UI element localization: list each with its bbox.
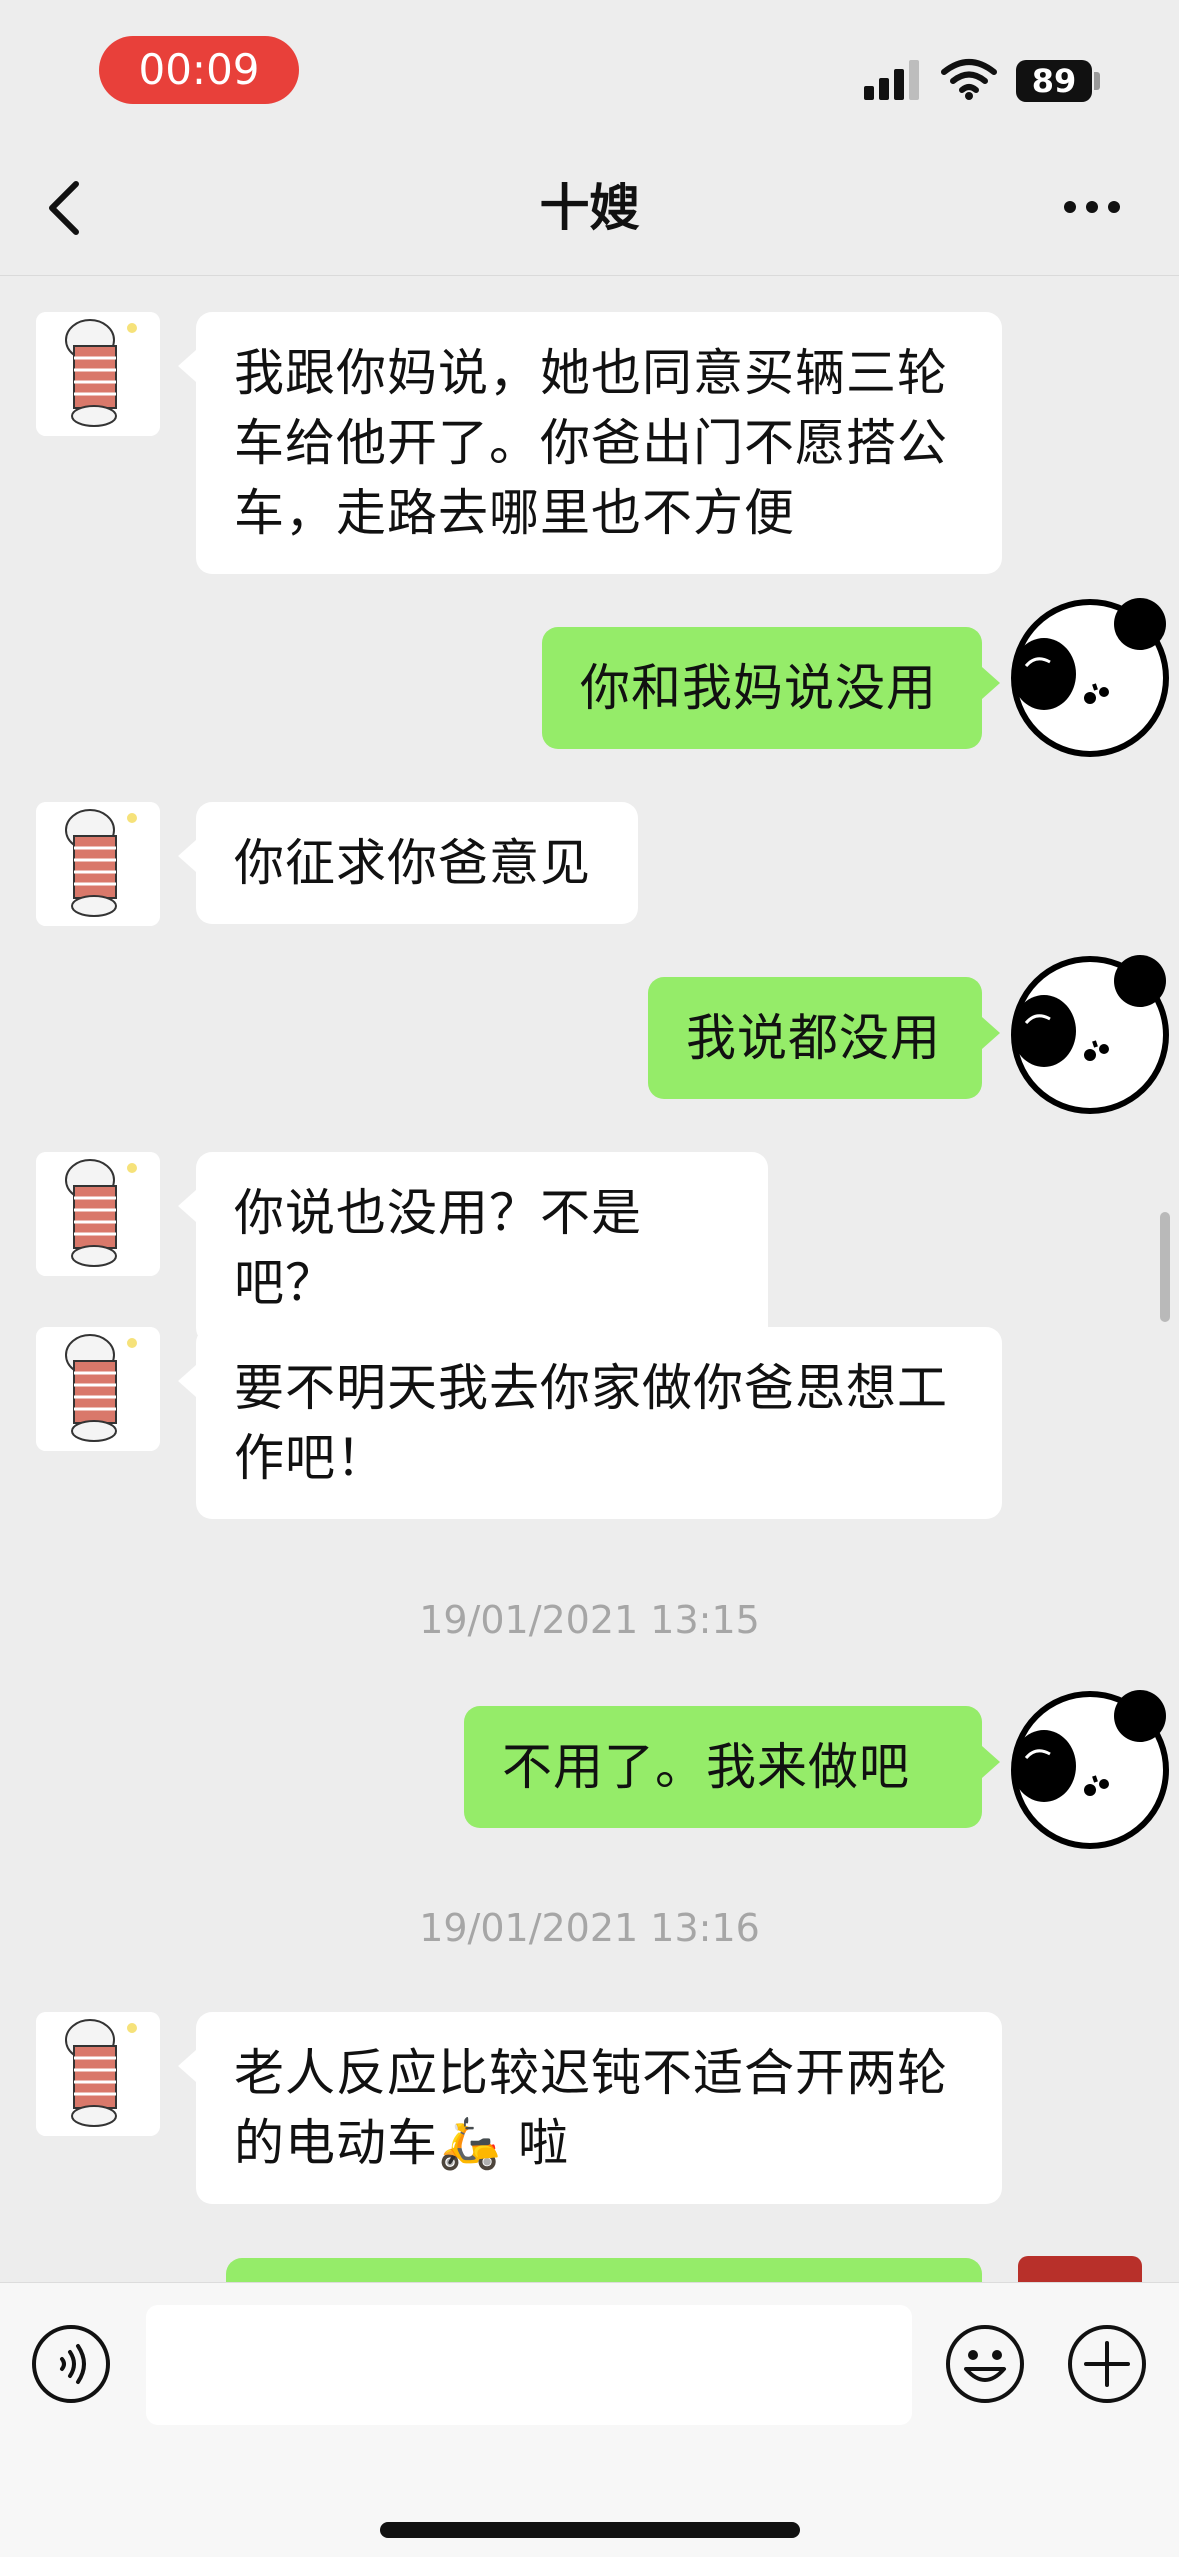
message-timestamp: 19/01/2021 13:16 <box>419 1906 760 1950</box>
chat-title: 十嫂 <box>539 179 640 237</box>
emoji-icon[interactable] <box>944 2323 1026 2405</box>
my-avatar[interactable] <box>998 1680 1173 1850</box>
message-bubble-outgoing[interactable]: 你和我妈说没用 <box>542 627 1000 749</box>
message-bubble-incoming[interactable]: 老人反应比较迟钝不适合开两轮的电动车🛵 啦 <box>178 2012 1002 2204</box>
contact-avatar[interactable] <box>36 1152 160 1276</box>
message-bubble-incoming[interactable]: 你说也没用？不是吧？ <box>178 1152 768 1344</box>
my-avatar[interactable] <box>998 945 1173 1115</box>
message-input[interactable] <box>146 2305 912 2425</box>
wifi-icon <box>941 59 997 100</box>
plus-icon[interactable] <box>1066 2323 1148 2405</box>
battery-level: 89 <box>1016 60 1092 102</box>
signal-icon <box>864 60 919 100</box>
chat-input-bar <box>0 2282 1179 2557</box>
voice-icon[interactable] <box>30 2323 112 2405</box>
status-bar: 00:09 89 <box>0 0 1179 140</box>
contact-avatar[interactable] <box>36 2012 160 2136</box>
message-bubble-outgoing[interactable]: 不用了。我来做吧 <box>464 1706 1000 1828</box>
my-avatar[interactable] <box>998 588 1173 758</box>
chat-scrollbar[interactable] <box>1160 1212 1170 1322</box>
more-dots-icon[interactable] <box>1062 195 1122 219</box>
battery-cap <box>1094 72 1100 90</box>
status-time[interactable]: 00:09 <box>99 36 299 104</box>
contact-avatar[interactable] <box>36 1327 160 1451</box>
contact-avatar[interactable] <box>36 312 160 436</box>
message-bubble-incoming[interactable]: 你征求你爸意见 <box>178 802 638 924</box>
message-bubble-incoming[interactable]: 我跟你妈说，她也同意买辆三轮车给他开了。你爸出门不愿搭公车，走路去哪里也不方便 <box>178 312 1002 574</box>
message-timestamp: 19/01/2021 13:15 <box>419 1598 760 1642</box>
chat-header: 十嫂 <box>0 140 1179 276</box>
my-avatar-partial[interactable] <box>1018 2256 1142 2284</box>
message-bubble-incoming[interactable]: 要不明天我去你家做你爸思想工作吧！ <box>178 1327 1002 1519</box>
message-bubble-outgoing[interactable]: 我说都没用 <box>648 977 1000 1099</box>
contact-avatar[interactable] <box>36 802 160 926</box>
home-indicator[interactable] <box>380 2522 800 2538</box>
